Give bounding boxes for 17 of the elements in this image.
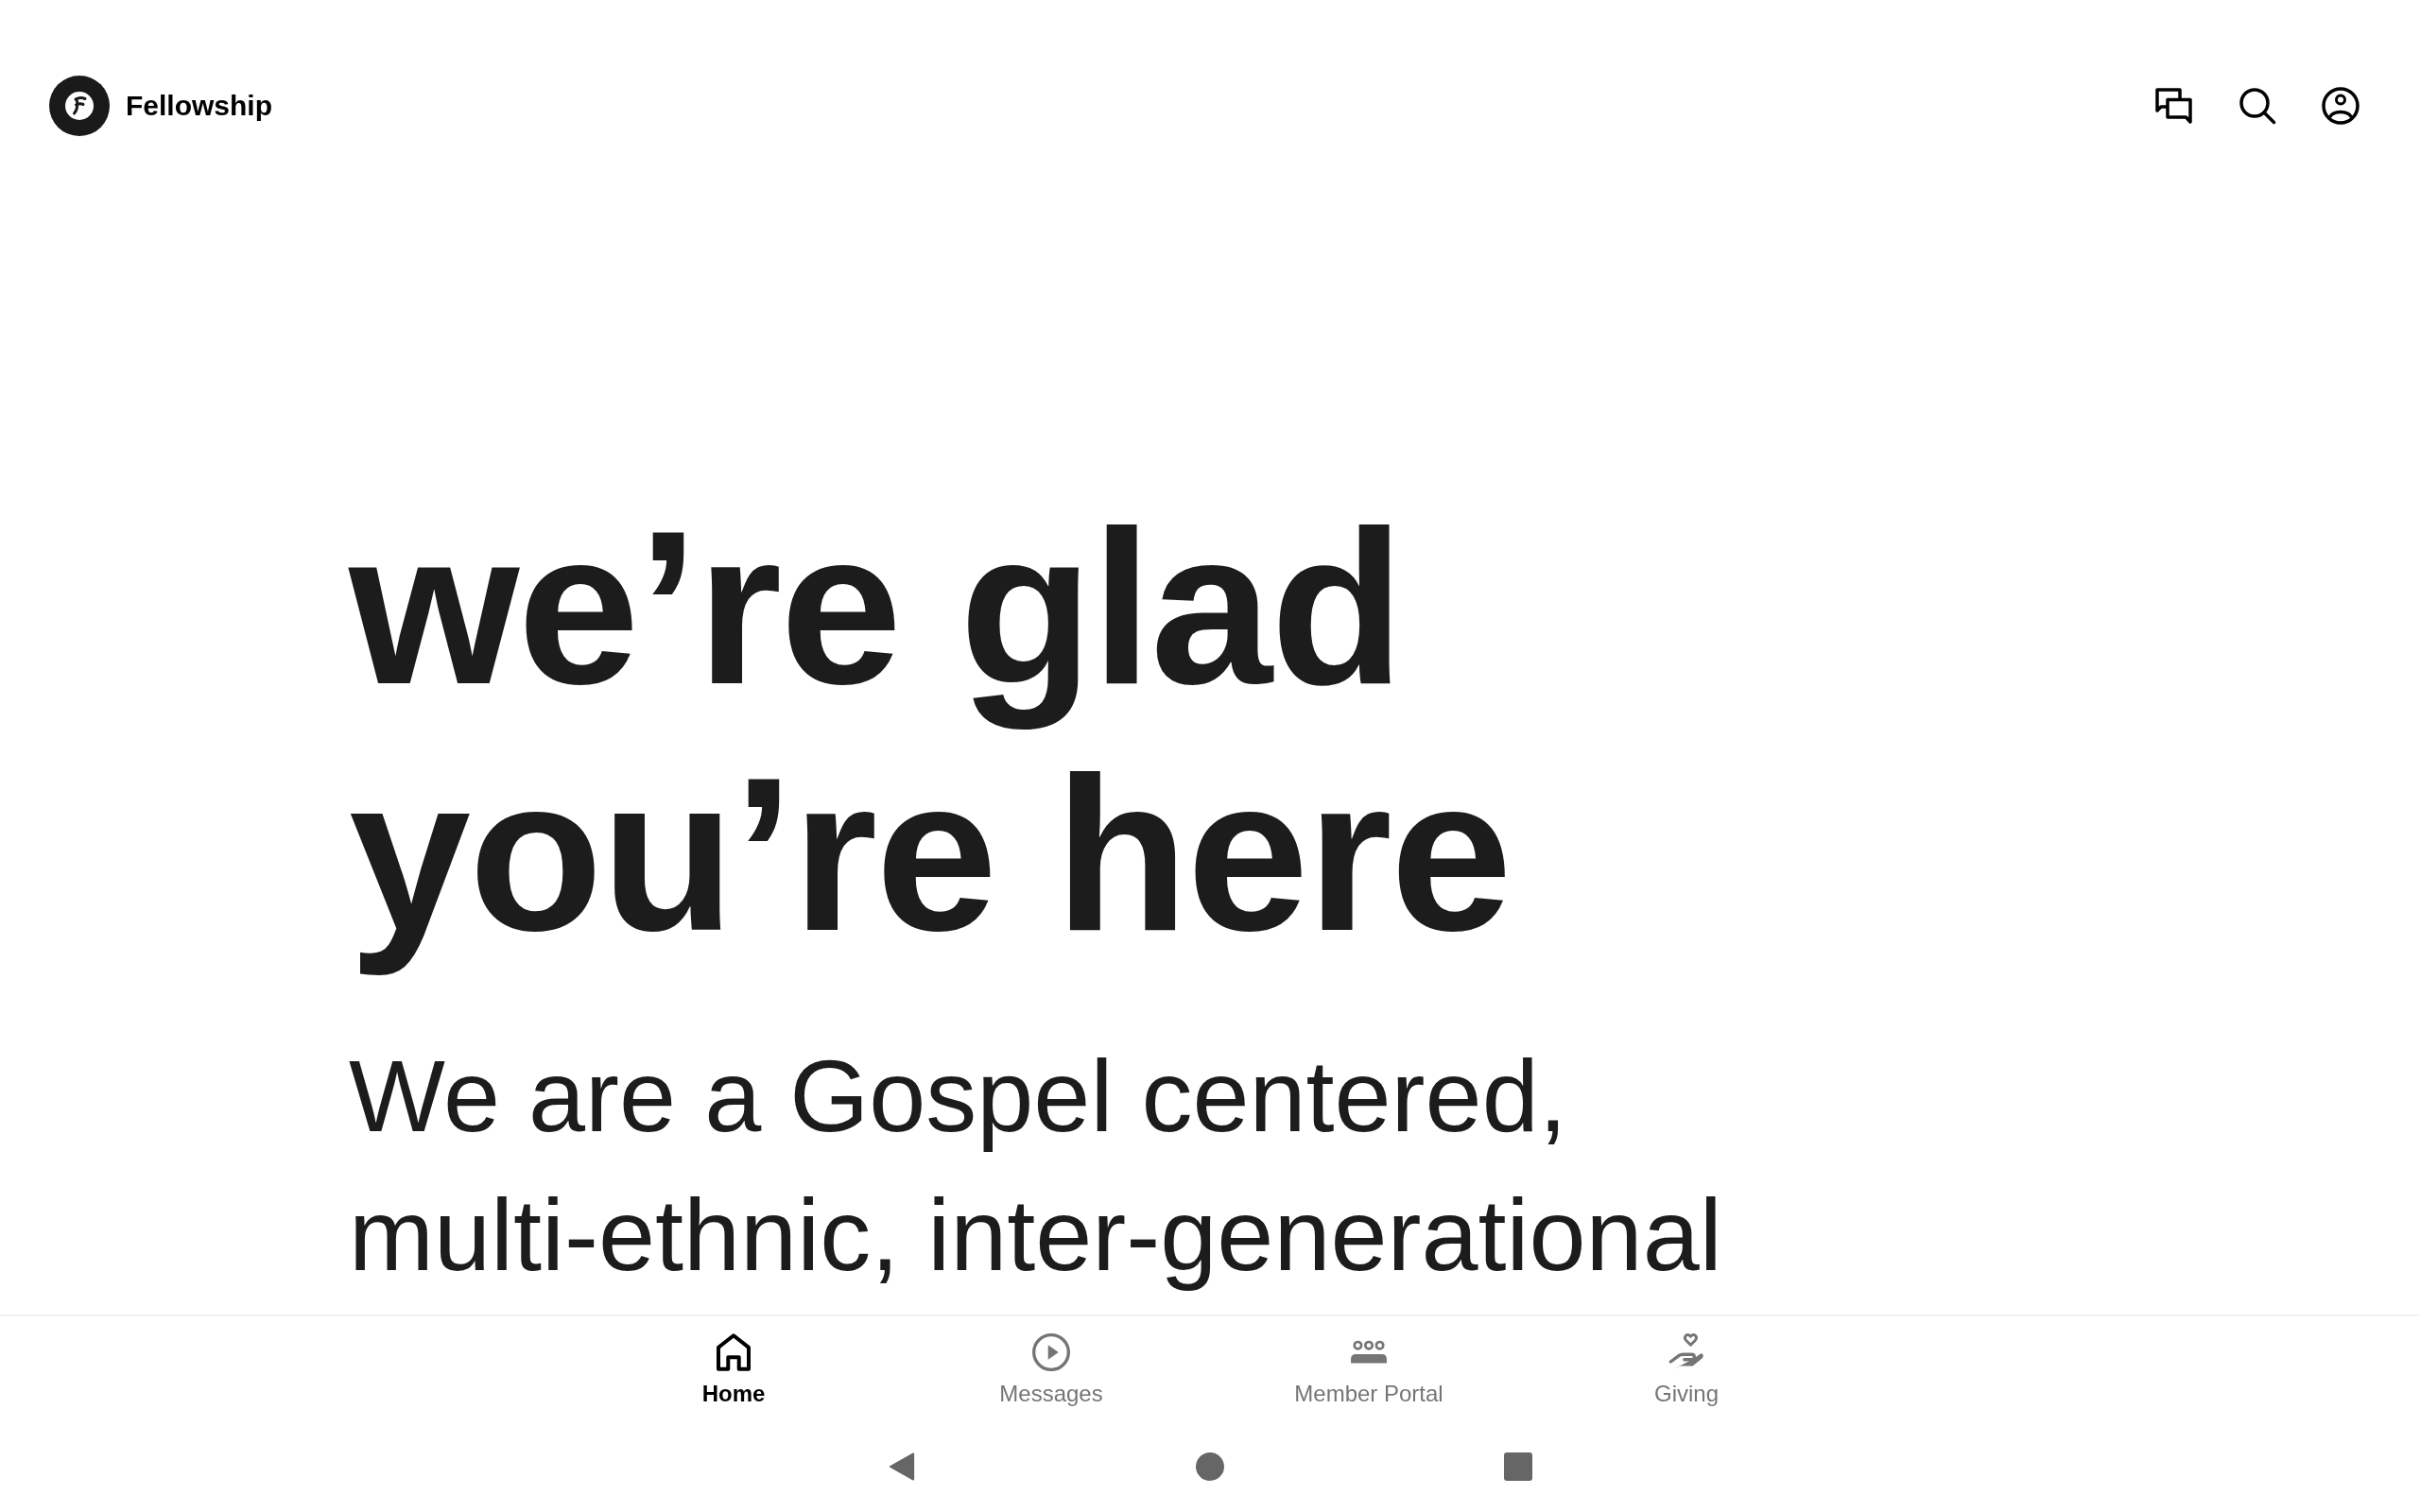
home-circle-icon[interactable] (1196, 1452, 1224, 1481)
profile-icon[interactable] (2322, 87, 2360, 125)
people-group-icon (1350, 1340, 1388, 1365)
logo-icon[interactable] (49, 76, 110, 136)
back-icon[interactable] (888, 1452, 916, 1481)
nav-tab[interactable]: Member Portal (1210, 1316, 1528, 1420)
hero-paragraph: We are a Gospel centered, multi-ethnic, inter-generational (349, 1038, 1722, 1294)
hero-headline: we’re glad you’re here (349, 484, 1511, 977)
nav-tab[interactable]: Home (575, 1316, 892, 1420)
nav-tab[interactable]: Messages (892, 1316, 1210, 1420)
nav-tab[interactable]: Giving (1528, 1316, 1845, 1420)
chat-bubbles-icon[interactable] (2155, 87, 2193, 125)
play-circle-icon (1032, 1333, 1070, 1371)
recents-square-icon[interactable] (1504, 1452, 1532, 1481)
app-title: Fellowship (126, 90, 272, 122)
home-icon (715, 1333, 752, 1371)
search-icon[interactable] (2238, 87, 2276, 125)
